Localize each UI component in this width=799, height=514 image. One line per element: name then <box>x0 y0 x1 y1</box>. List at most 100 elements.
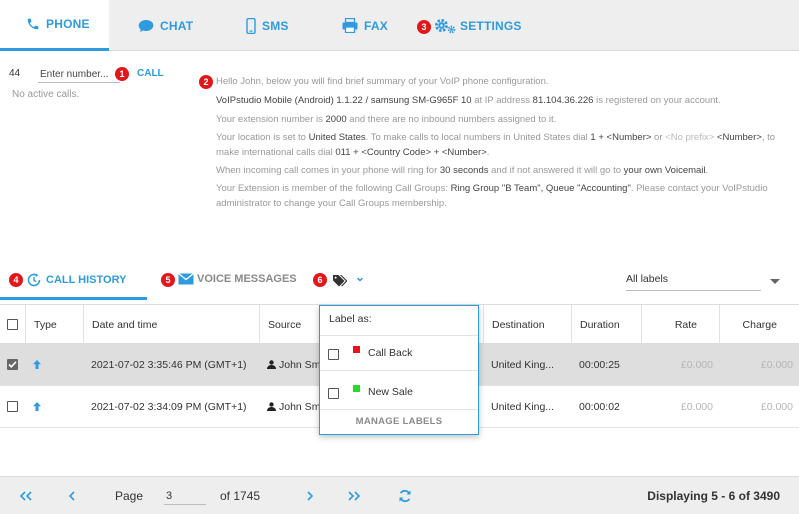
info-ring: When incoming call comes in your phone w… <box>216 165 709 176</box>
info-greeting: Hello John, below you will find brief su… <box>216 76 549 87</box>
callout-badge-4: 4 <box>9 273 23 287</box>
dial-prefix[interactable]: 44 <box>9 68 20 79</box>
info-location: Your location is set to United States. T… <box>216 132 776 158</box>
tab-sms[interactable]: SMS <box>246 0 289 51</box>
call-type-cell <box>25 386 83 427</box>
call-duration-cell: 00:00:02 <box>579 400 620 413</box>
call-datetime-cell: 2021-07-02 3:34:09 PM (GMT+1) <box>91 400 247 413</box>
tab-voice-messages[interactable]: VOICE MESSAGES <box>178 266 297 292</box>
callout-badge-3: 3 <box>417 20 431 34</box>
row-select-cell <box>0 344 25 385</box>
divider <box>320 409 478 410</box>
user-icon <box>267 360 276 369</box>
column-header-destination[interactable]: Destination <box>483 305 571 344</box>
label-checkbox[interactable] <box>328 349 339 360</box>
double-chevron-left-icon <box>20 491 32 501</box>
label-option-call-back[interactable]: Call Back <box>320 336 478 374</box>
tags-icon <box>332 274 347 287</box>
phone-icon <box>26 17 40 31</box>
manage-labels-button[interactable]: MANAGE LABELS <box>320 416 478 427</box>
label-color-swatch <box>353 346 360 353</box>
call-rate-cell: £0.000 <box>680 400 713 413</box>
label-option-new-sale[interactable]: New Sale <box>320 375 478 413</box>
last-page-button[interactable] <box>344 486 364 506</box>
displaying-count-text: Displaying 5 - 6 of 3490 <box>647 489 780 503</box>
call-duration-cell: 00:00:25 <box>579 358 620 371</box>
label-filter-select[interactable]: All labels <box>626 270 761 291</box>
label-option-text: Call Back <box>368 347 413 359</box>
call-destination-cell: United King... <box>491 358 555 371</box>
label-checkbox[interactable] <box>328 388 339 399</box>
no-active-calls-text: No active calls. <box>12 89 80 100</box>
gear-icon <box>434 18 456 34</box>
row-select-cell <box>0 386 25 427</box>
call-charge-cell: £0.000 <box>760 358 793 371</box>
divider <box>320 370 478 371</box>
next-page-button[interactable] <box>300 486 320 506</box>
call-datetime-cell: 2021-07-02 3:35:46 PM (GMT+1) <box>91 358 247 371</box>
tab-call-history-label: CALL HISTORY <box>46 274 127 286</box>
column-header-duration[interactable]: Duration <box>571 305 641 344</box>
tab-settings-label: SETTINGS <box>460 18 522 33</box>
call-charge-cell: £0.000 <box>760 400 793 413</box>
label-as-title: Label as: <box>329 313 372 325</box>
page-number-input[interactable] <box>164 487 206 505</box>
call-button[interactable]: CALL <box>137 68 164 79</box>
caret-down-icon[interactable] <box>770 279 780 284</box>
tab-fax[interactable]: FAX <box>342 0 388 51</box>
label-option-text: New Sale <box>368 386 413 398</box>
sms-icon <box>246 17 256 34</box>
chevron-down-icon: ⌄ <box>355 270 366 284</box>
column-header-datetime[interactable]: Date and time <box>83 305 259 344</box>
callout-badge-1: 1 <box>115 67 129 81</box>
labels-dropdown-toggle[interactable]: ⌄ <box>332 267 365 293</box>
tab-settings[interactable]: SETTINGS <box>434 0 522 51</box>
row-checkbox[interactable] <box>7 401 18 412</box>
callout-badge-5: 5 <box>161 273 175 287</box>
active-tab-underline <box>0 297 147 300</box>
info-call-groups: Your Extension is member of the followin… <box>216 183 768 209</box>
checkmark-icon <box>8 361 17 368</box>
page-count-label: of 1745 <box>220 489 261 503</box>
callout-badge-6: 6 <box>313 273 327 287</box>
chevron-right-icon <box>306 491 313 501</box>
chat-icon <box>138 19 154 33</box>
info-device: VoIPstudio Mobile (Android) 1.1.22 / sam… <box>216 95 721 106</box>
row-checkbox[interactable] <box>7 359 18 370</box>
tab-voice-messages-label: VOICE MESSAGES <box>197 273 297 285</box>
column-header-rate[interactable]: Rate <box>641 305 719 344</box>
tab-call-history[interactable]: CALL HISTORY <box>26 267 126 293</box>
envelope-icon <box>178 273 194 285</box>
first-page-button[interactable] <box>16 486 36 506</box>
chevron-left-icon <box>68 491 75 501</box>
select-all-checkbox[interactable] <box>7 319 18 330</box>
call-type-cell <box>25 344 83 385</box>
pagination-bar: Page of 1745 Displaying 5 - 6 of 3490 <box>0 476 799 514</box>
label-as-popup: Label as: Call Back New Sale MANAGE LABE… <box>319 305 479 435</box>
number-input[interactable] <box>38 66 120 83</box>
column-header-type[interactable]: Type <box>25 305 83 344</box>
call-destination-cell: United King... <box>491 400 555 413</box>
call-rate-cell: £0.000 <box>680 358 713 371</box>
tab-chat[interactable]: CHAT <box>138 0 193 51</box>
outgoing-call-arrow-icon <box>33 360 41 369</box>
top-tab-bar: PHONE CHAT SMS FAX SETTINGS 3 <box>0 0 799 51</box>
previous-page-button[interactable] <box>61 486 81 506</box>
fax-icon <box>342 18 358 33</box>
select-all-cell <box>0 305 25 344</box>
label-color-swatch <box>353 385 360 392</box>
tab-sms-label: SMS <box>262 18 289 33</box>
double-chevron-right-icon <box>348 491 360 501</box>
tab-phone[interactable]: PHONE <box>0 0 109 51</box>
user-icon <box>267 402 276 411</box>
refresh-button[interactable] <box>395 486 415 506</box>
callout-badge-2: 2 <box>199 75 213 89</box>
page-label: Page <box>115 489 144 503</box>
column-header-charge[interactable]: Charge <box>719 305 799 344</box>
clock-icon <box>26 272 42 288</box>
outgoing-call-arrow-icon <box>33 402 41 411</box>
tab-fax-label: FAX <box>364 18 388 33</box>
call-source-cell: John Sm <box>259 386 319 427</box>
call-source-cell: John Sm <box>259 344 319 385</box>
tab-phone-label: PHONE <box>46 17 90 31</box>
